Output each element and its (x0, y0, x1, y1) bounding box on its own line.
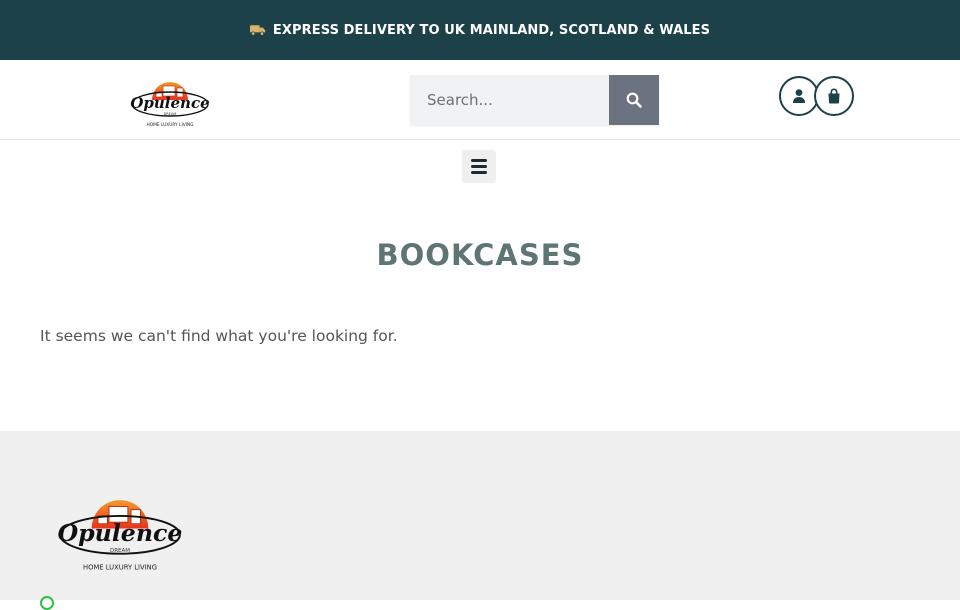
cart-button[interactable] (814, 76, 854, 116)
opulence-logo-icon: Opulence DREAM HOME LUXURY LIVING (130, 82, 210, 128)
archive-content: It seems we can't find what you're looki… (0, 300, 960, 390)
site-logo[interactable]: Opulence DREAM HOME LUXURY LIVING (130, 70, 210, 130)
whatsapp-icon[interactable] (40, 596, 54, 610)
page-title: BOOKCASES (376, 238, 584, 272)
svg-text:HOME LUXURY LIVING: HOME LUXURY LIVING (147, 122, 194, 128)
hamburger-menu-icon (471, 159, 487, 162)
truck-icon (249, 25, 266, 36)
hamburger-menu-icon (471, 165, 487, 168)
archive-header: BOOKCASES (0, 200, 960, 300)
svg-text:Opulence: Opulence (58, 519, 183, 547)
svg-text:HOME LUXURY LIVING: HOME LUXURY LIVING (83, 563, 157, 571)
menu-toggle-button[interactable] (462, 150, 496, 183)
svg-text:DREAM: DREAM (164, 112, 177, 116)
footer-logo[interactable]: Opulence DREAM HOME LUXURY LIVING (57, 481, 183, 576)
main-navigation (0, 140, 960, 200)
site-footer: Opulence DREAM HOME LUXURY LIVING (0, 431, 960, 610)
no-results-message: It seems we can't find what you're looki… (40, 327, 398, 345)
user-icon (793, 89, 805, 103)
search-form (410, 75, 659, 125)
opulence-logo-icon: Opulence DREAM HOME LUXURY LIVING (58, 500, 183, 571)
search-input[interactable] (410, 75, 609, 125)
svg-text:Opulence: Opulence (130, 94, 209, 112)
svg-text:DREAM: DREAM (110, 548, 130, 554)
announcement-bar: EXPRESS DELIVERY TO UK MAINLAND, SCOTLAN… (0, 0, 960, 60)
hamburger-menu-icon (471, 171, 487, 174)
delivery-message: EXPRESS DELIVERY TO UK MAINLAND, SCOTLAN… (272, 22, 711, 38)
search-icon (626, 92, 642, 108)
account-button[interactable] (779, 76, 819, 116)
site-header: Opulence DREAM HOME LUXURY LIVING (0, 60, 960, 140)
shopping-bag-icon (828, 88, 840, 104)
search-button[interactable] (609, 75, 659, 125)
